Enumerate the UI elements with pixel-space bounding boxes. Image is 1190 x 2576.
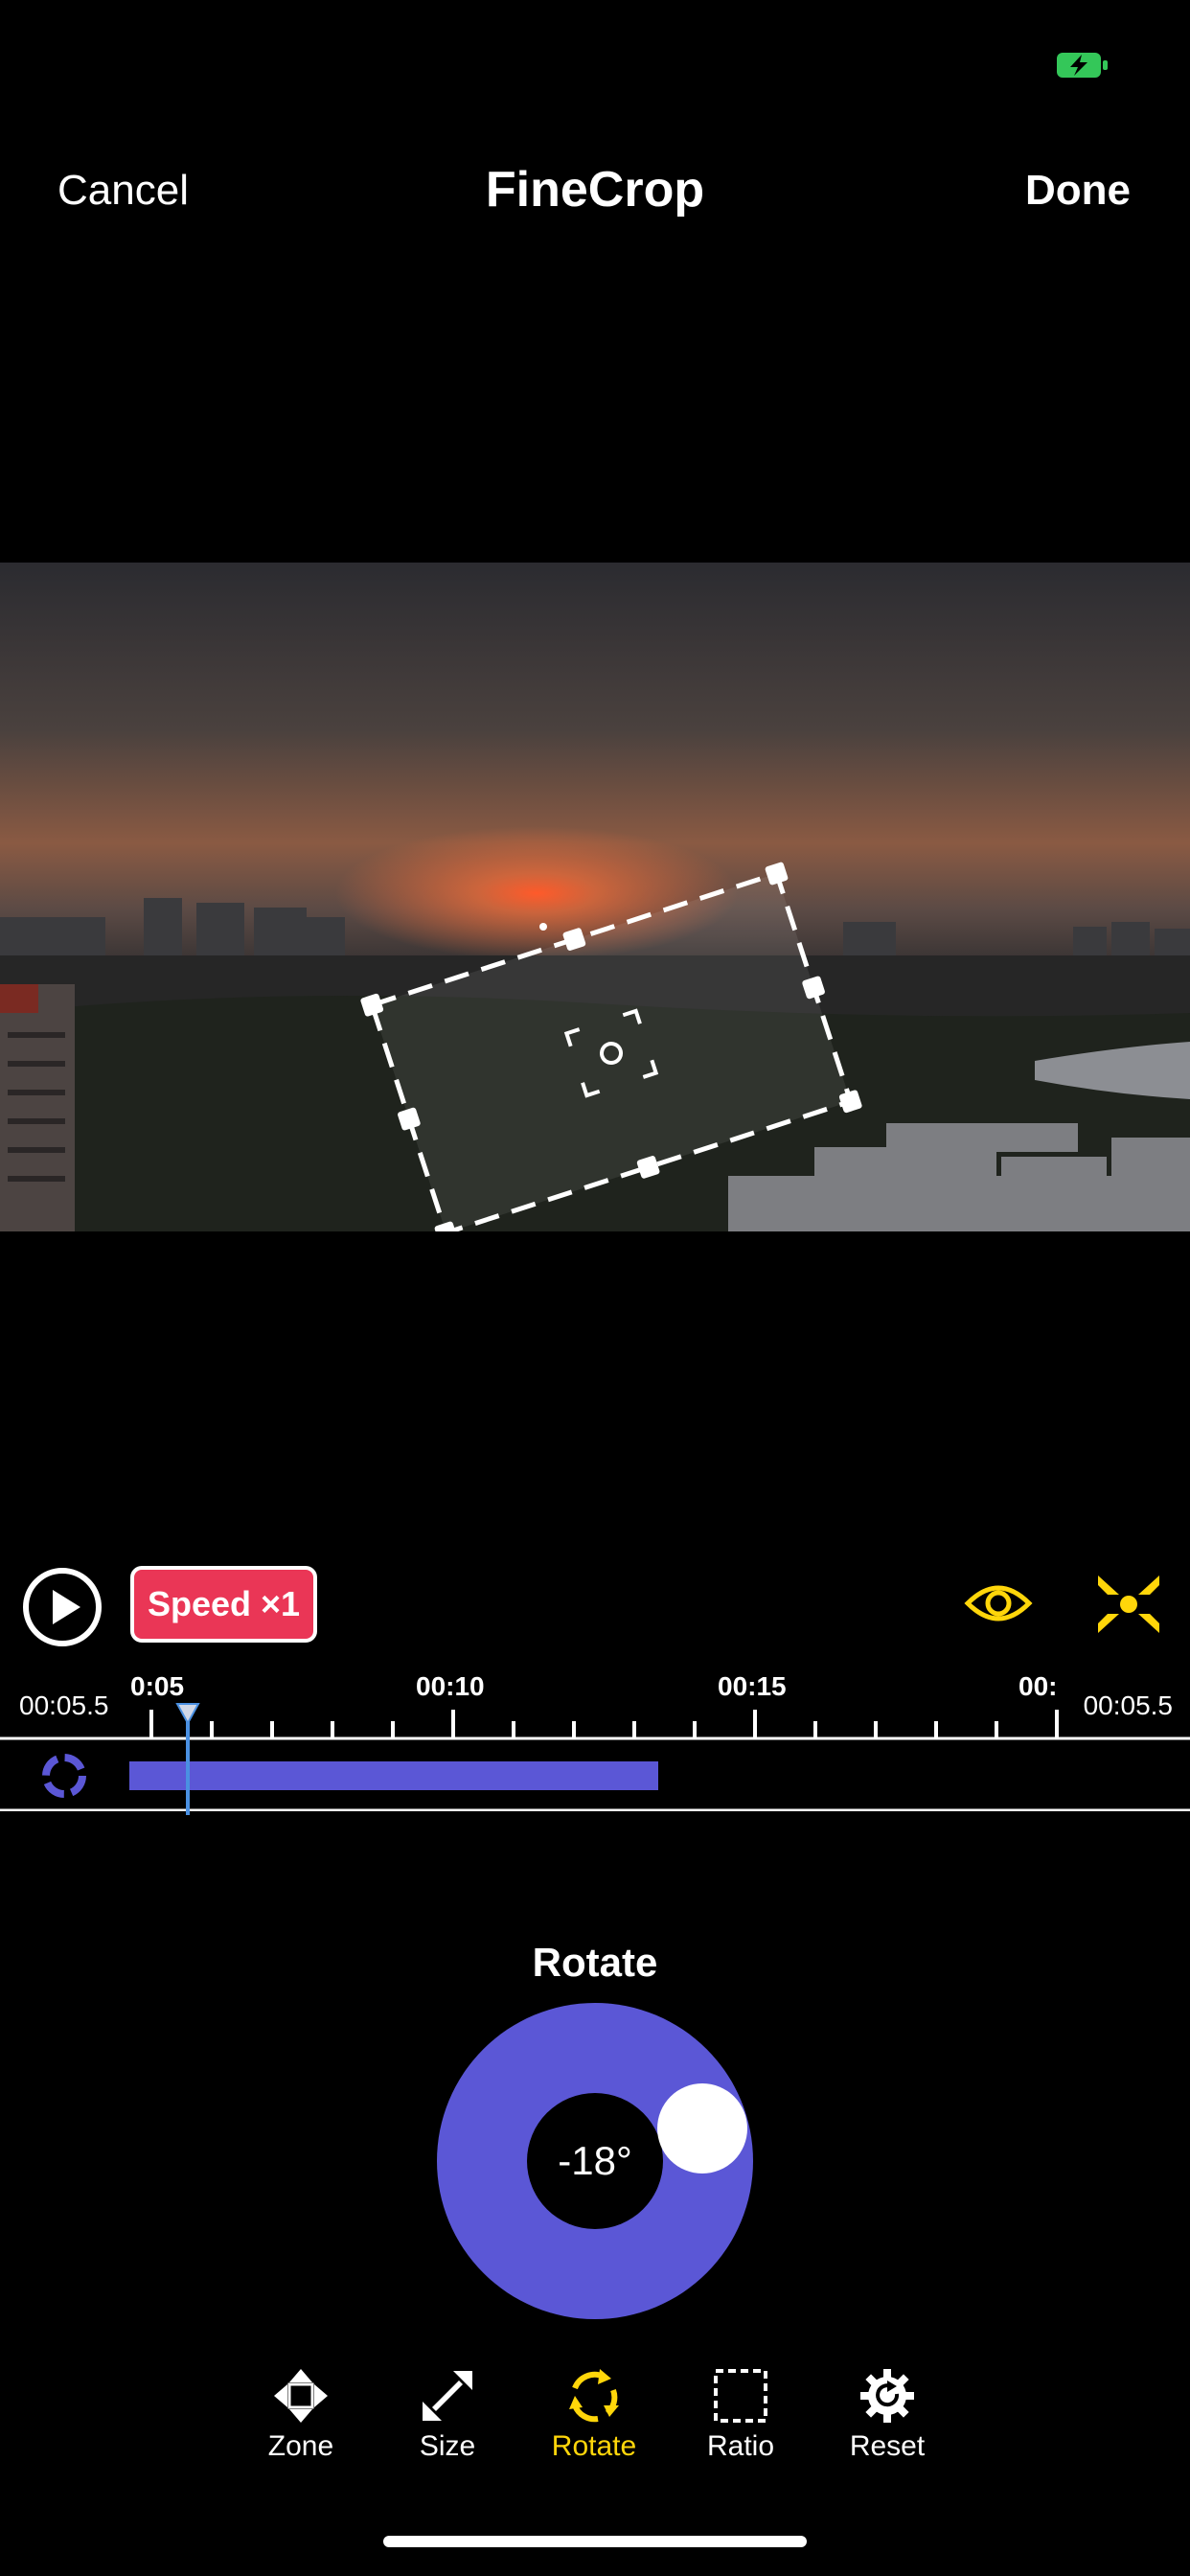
- play-button[interactable]: [21, 1566, 103, 1653]
- eye-icon: [964, 1585, 1033, 1622]
- tool-label: Ratio: [706, 2430, 775, 2462]
- rotate-dial[interactable]: -18°: [437, 2003, 753, 2319]
- done-button[interactable]: Done: [1025, 167, 1131, 215]
- ratio-frame-icon: [714, 2369, 767, 2423]
- tool-rotate[interactable]: Rotate: [537, 2367, 652, 2463]
- tool-size[interactable]: Size: [390, 2367, 505, 2463]
- resize-arrows-icon: [423, 2371, 472, 2421]
- tool-ratio[interactable]: Ratio: [683, 2367, 798, 2463]
- preview-toggle[interactable]: [964, 1576, 1033, 1635]
- tool-reset[interactable]: Reset: [830, 2367, 945, 2463]
- reset-gear-icon: [860, 2369, 914, 2423]
- battery-charging-icon: [1057, 53, 1109, 82]
- tool-label: Rotate: [551, 2430, 637, 2462]
- rotate-icon: [569, 2369, 619, 2423]
- track-rotate-icon: [38, 1750, 90, 1806]
- move-arrows-icon: [274, 2369, 328, 2423]
- home-indicator[interactable]: [383, 2536, 807, 2547]
- page-title: FineCrop: [485, 162, 705, 218]
- playhead[interactable]: [175, 1698, 200, 1815]
- tool-zone[interactable]: Zone: [243, 2367, 358, 2463]
- video-preview[interactable]: [0, 563, 1190, 1231]
- collapse-arrows-icon: [1098, 1576, 1159, 1633]
- speed-button[interactable]: Speed ×1: [130, 1566, 317, 1643]
- tool-label: Reset: [849, 2430, 926, 2462]
- tool-label: Size: [419, 2430, 476, 2462]
- rotate-keyframe-clip[interactable]: [129, 1761, 658, 1790]
- collapse-button[interactable]: [1094, 1572, 1163, 1642]
- rotate-dial-knob[interactable]: [657, 2083, 747, 2174]
- rotate-panel-title: Rotate: [532, 1940, 658, 1985]
- rotate-angle-value: -18°: [558, 2138, 632, 2183]
- tool-label: Zone: [267, 2430, 334, 2462]
- play-icon: [23, 1568, 102, 1646]
